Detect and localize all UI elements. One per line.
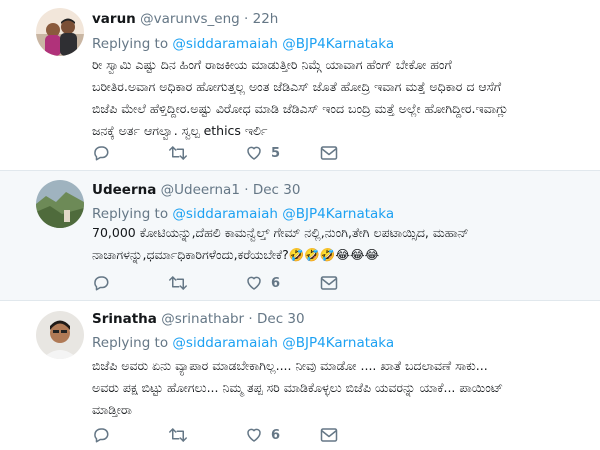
retweet-button[interactable] xyxy=(168,425,188,445)
retweet-icon xyxy=(168,144,188,162)
timestamp[interactable]: Dec 30 xyxy=(257,311,305,327)
avatar[interactable] xyxy=(36,8,84,56)
separator-dot: · xyxy=(244,182,249,198)
replying-to-label: Replying to xyxy=(92,36,169,52)
retweet-icon xyxy=(168,274,188,292)
tweet-text-line: 70,000 ಕೋಟಿಯನ್ನು,ದೆಹಲಿ ಕಾಮನ್ವೆಲ್ತ್ ಗೇಮ್ … xyxy=(92,225,469,240)
envelope-icon xyxy=(320,427,338,443)
separator-dot: · xyxy=(244,11,249,27)
direct-message-button[interactable] xyxy=(320,273,338,293)
tweet-text-line: ರೀ ಸ್ವಾಮಿ ಎಷ್ಟು ದಿನ ಹಿಂಗೆ ರಾಜಕೀಯ ಮಾಡುತ್ತ… xyxy=(92,57,452,72)
tweet-actions: 6 xyxy=(92,425,352,445)
mention-link[interactable]: @siddaramaiah xyxy=(172,335,278,351)
tweet-2[interactable]: Udeerna @Udeerna1 · Dec 30 Replying to @… xyxy=(0,171,600,300)
tweet-header: varun @varunvs_eng · 22h xyxy=(92,10,278,28)
display-name[interactable]: varun xyxy=(92,11,136,27)
tweet-text-line: ಮಾಡ್ತೀರಾ xyxy=(92,402,132,417)
timestamp[interactable]: Dec 30 xyxy=(253,182,301,198)
mention-link[interactable]: @BJP4Karnataka xyxy=(282,36,394,52)
tweet-text: 70,000 ಕೋಟಿಯನ್ನು,ದೆಹಲಿ ಕಾಮನ್ವೆಲ್ತ್ ಗೇಮ್ … xyxy=(92,222,582,266)
like-count: 6 xyxy=(271,275,281,291)
display-name[interactable]: Udeerna xyxy=(92,182,156,198)
tweet-text-line: ಜನಕ್ಕೆ ಅರ್ತ ಆಗಲ್ವಾ. ಸ್ವಲ್ಪ ethics ಇರ್ಲಿ xyxy=(92,123,268,138)
heart-icon xyxy=(245,144,263,162)
tweet-1[interactable]: varun @varunvs_eng · 22h Replying to @si… xyxy=(0,0,600,170)
mention-link[interactable]: @siddaramaiah xyxy=(172,36,278,52)
like-count: 5 xyxy=(271,145,281,161)
tweet-text-line: ಬಿಜೆಪಿ ಮೇಲೆ ಹೆಳ್ತಿದ್ದೀರ.ಅಷ್ಟು ವಿರೋಧ ಮಾಡಿ… xyxy=(92,101,509,116)
tweet-header: Srinatha @srinathabr · Dec 30 xyxy=(92,310,305,328)
user-handle[interactable]: @varunvs_eng xyxy=(140,11,240,27)
display-name[interactable]: Srinatha xyxy=(92,311,157,327)
avatar[interactable] xyxy=(36,180,84,228)
retweet-button[interactable] xyxy=(168,273,188,293)
mention-link[interactable]: @BJP4Karnataka xyxy=(282,206,394,222)
reply-icon xyxy=(92,426,110,444)
tweet-header: Udeerna @Udeerna1 · Dec 30 xyxy=(92,181,300,199)
mention-link[interactable]: @BJP4Karnataka xyxy=(282,335,394,351)
envelope-icon xyxy=(320,145,338,161)
tweet-text-line: ಅವರು ಪಕ್ಷ ಬಿಟ್ಟು ಹೋಗಲು... ನಿಮ್ಮ ತಪ್ಪ ಸರಿ… xyxy=(92,380,503,395)
heart-icon xyxy=(245,274,263,292)
reply-icon xyxy=(92,144,110,162)
tweet-text-line: ಬರೀತಿರ.ಅವಾಗ ಅಧಿಕಾರ ಹೋಗುತ್ತಲ್ಲ ಅಂತ ಜೆಡಿಎಸ… xyxy=(92,79,502,94)
like-button[interactable]: 6 xyxy=(245,425,280,445)
replying-to-label: Replying to xyxy=(92,206,169,222)
tweet-text-line: ಬಿಜೆಪಿ ಅವರು ಏನು ವ್ಯಾಪಾರ ಮಾಡಬೇಕಾಗಿಲ್ಲ....… xyxy=(92,358,488,373)
heart-icon xyxy=(245,426,263,444)
reply-button[interactable] xyxy=(92,143,110,163)
direct-message-button[interactable] xyxy=(320,425,338,445)
tweet-text-line: ನಾಚಾಗಳನ್ನು,ಧರ್ಮಾಧಿಕಾರಿಗಳೆಂದು,ಕರೆಯಬೇಕೆ?🤣🤣… xyxy=(92,247,380,262)
like-count: 6 xyxy=(271,427,281,443)
tweet-text: ಬಿಜೆಪಿ ಅವರು ಏನು ವ್ಯಾಪಾರ ಮಾಡಬೇಕಾಗಿಲ್ಲ....… xyxy=(92,355,582,421)
tweet-3[interactable]: Srinatha @srinathabr · Dec 30 Replying t… xyxy=(0,301,600,450)
retweet-icon xyxy=(168,426,188,444)
replying-to: Replying to @siddaramaiah @BJP4Karnataka xyxy=(92,205,394,223)
like-button[interactable]: 6 xyxy=(245,273,280,293)
replying-to: Replying to @siddaramaiah @BJP4Karnataka xyxy=(92,35,394,53)
retweet-button[interactable] xyxy=(168,143,188,163)
envelope-icon xyxy=(320,275,338,291)
user-handle[interactable]: @srinathabr xyxy=(161,311,244,327)
tweet-actions: 5 xyxy=(92,143,352,163)
reply-icon xyxy=(92,274,110,292)
timestamp[interactable]: 22h xyxy=(253,11,279,27)
like-button[interactable]: 5 xyxy=(245,143,280,163)
mention-link[interactable]: @siddaramaiah xyxy=(172,206,278,222)
reply-button[interactable] xyxy=(92,425,110,445)
user-handle[interactable]: @Udeerna1 xyxy=(161,182,240,198)
replying-to: Replying to @siddaramaiah @BJP4Karnataka xyxy=(92,334,394,352)
avatar[interactable] xyxy=(36,311,84,359)
tweet-text: ರೀ ಸ್ವಾಮಿ ಎಷ್ಟು ದಿನ ಹಿಂಗೆ ರಾಜಕೀಯ ಮಾಡುತ್ತ… xyxy=(92,54,582,142)
tweet-actions: 6 xyxy=(92,273,352,293)
separator-dot: · xyxy=(248,311,253,327)
direct-message-button[interactable] xyxy=(320,143,338,163)
reply-button[interactable] xyxy=(92,273,110,293)
replying-to-label: Replying to xyxy=(92,335,169,351)
